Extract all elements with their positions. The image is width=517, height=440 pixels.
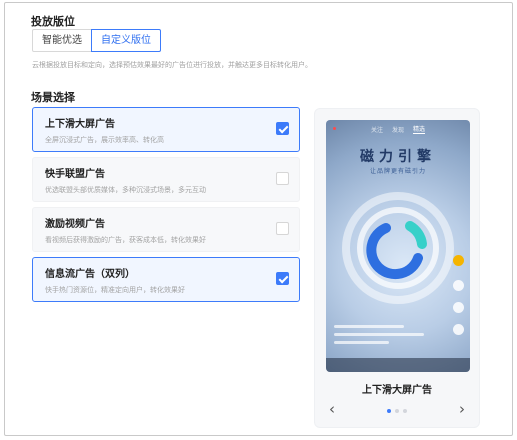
scene-title: 场景选择 <box>31 91 75 104</box>
caption-line <box>334 341 389 344</box>
tab-smart-select[interactable]: 智能优选 <box>32 29 92 52</box>
caption-line <box>334 333 424 336</box>
option-title: 快手联盟广告 <box>45 169 105 180</box>
tab-custom-placement[interactable]: 自定义版位 <box>91 29 161 52</box>
placement-title: 投放版位 <box>31 15 75 28</box>
option-checkbox[interactable] <box>276 222 289 235</box>
option-checkbox[interactable] <box>276 122 289 135</box>
preview-label: 上下滑大屏广告 <box>362 385 432 396</box>
preview-card: 关注 发现 精选 磁力引擎 让品牌更有磁引力 上下滑大屏广告 ‹ › <box>314 108 480 428</box>
phone-preview-image: 关注 发现 精选 磁力引擎 让品牌更有磁引力 <box>326 120 470 372</box>
option-title: 上下滑大屏广告 <box>45 119 115 130</box>
placement-tabs: 智能优选 自定义版位 <box>32 29 161 52</box>
option-checkbox[interactable] <box>276 172 289 185</box>
comment-icon <box>453 302 464 313</box>
placement-panel: 投放版位 智能优选 自定义版位 云根据投放目标和定向，选择预估效果最好的广告位进… <box>4 2 513 436</box>
option-desc: 优选联盟头部优质媒体，多种沉浸式场景，多元互动 <box>45 186 206 194</box>
option-desc: 看视频后获得激励的广告，获客成本低，转化效果好 <box>45 236 206 244</box>
scene-option-fullscreen[interactable]: 上下滑大屏广告 全屏沉浸式广告，展示效率高、转化高 <box>32 107 300 152</box>
share-icon <box>453 324 464 335</box>
like-icon <box>453 280 464 291</box>
option-title: 信息流广告（双列） <box>45 269 135 280</box>
pagination-dot[interactable] <box>387 409 391 413</box>
option-desc: 快手热门资源位，精准定向用户，转化效果好 <box>45 286 185 294</box>
pagination-dot[interactable] <box>403 409 407 413</box>
scene-option-reward-video[interactable]: 激励视频广告 看视频后获得激励的广告，获客成本低，转化效果好 <box>32 207 300 252</box>
pagination-dot[interactable] <box>395 409 399 413</box>
caption-line <box>334 325 404 328</box>
scene-option-union[interactable]: 快手联盟广告 优选联盟头部优质媒体，多种沉浸式场景，多元互动 <box>32 157 300 202</box>
pagination-dots <box>315 409 479 413</box>
option-checkbox[interactable] <box>276 272 289 285</box>
scene-option-feed[interactable]: 信息流广告（双列） 快手热门资源位，精准定向用户，转化效果好 <box>32 257 300 302</box>
avatar-icon <box>453 255 464 266</box>
option-title: 激励视频广告 <box>45 219 105 230</box>
placement-hint: 云根据投放目标和定向，选择预估效果最好的广告位进行投放，并触达更多目标转化用户。 <box>32 61 312 69</box>
option-desc: 全屏沉浸式广告，展示效率高、转化高 <box>45 136 164 144</box>
phone-bottom-bar <box>326 358 470 372</box>
